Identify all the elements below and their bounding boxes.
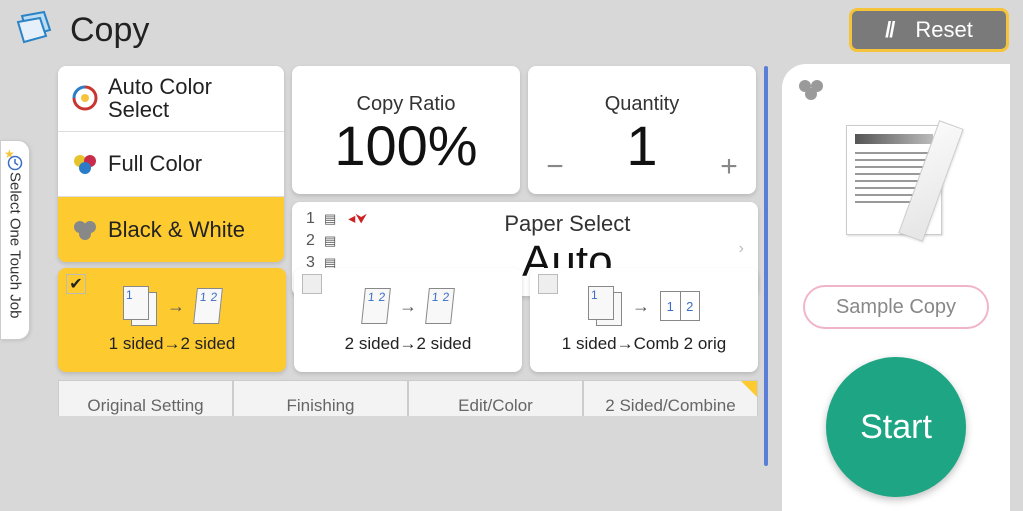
row1-top: Copy Ratio 100% Quantity 1 − + [292, 66, 758, 194]
sided-illustration: 12 → 12 [363, 282, 453, 330]
copy-icon [14, 10, 56, 51]
right-panel: Sample Copy Start [782, 64, 1010, 511]
tab-label: Edit/Color [458, 396, 533, 416]
quantity-card[interactable]: Quantity 1 − + [528, 66, 756, 194]
sided-label-2to2: 2 sided→2 sided [345, 334, 472, 354]
sample-copy-label: Sample Copy [836, 296, 956, 319]
reset-icon: // [885, 17, 893, 43]
checkbox-icon [302, 274, 322, 294]
reset-button[interactable]: // Reset [849, 8, 1009, 52]
sample-copy-button[interactable]: Sample Copy [803, 285, 989, 329]
tab-label: 2 Sided/Combine [605, 396, 735, 416]
arrow-icon: → [167, 296, 185, 317]
tab-edit-color[interactable]: Edit/Color [408, 380, 583, 416]
bottom-tabs: Original Setting Finishing Edit/Color 2 … [58, 380, 758, 416]
tray-2-num: 2 [306, 230, 316, 252]
sided-illustration: 21 → 12 [123, 282, 221, 330]
bypass-icon: ◂⮟ [348, 209, 367, 229]
main-panel: Auto Color Select Full Color Black & Whi… [58, 66, 758, 511]
side-tab-one-touch[interactable]: ★ Select One Touch Job [0, 140, 30, 340]
bw-mode-icon [796, 78, 996, 107]
sided-row: ✔ 21 → 12 1 sided→2 sided 12 → 12 2 side… [58, 268, 758, 372]
tray-icon: ▤ [324, 232, 336, 250]
tab-finishing[interactable]: Finishing [233, 380, 408, 416]
side-tab-label: Select One Touch Job [7, 172, 24, 318]
sided-option-2to2[interactable]: 12 → 12 2 sided→2 sided [294, 268, 522, 372]
arrow-icon: → [632, 296, 650, 317]
start-label: Start [860, 408, 932, 447]
page-title: Copy [70, 11, 149, 50]
copy-ratio-card[interactable]: Copy Ratio 100% [292, 66, 520, 194]
quantity-minus-button[interactable]: − [538, 150, 572, 184]
color-option-full[interactable]: Full Color [58, 132, 284, 198]
tab-label: Original Setting [87, 396, 203, 416]
sided-illustration: 21 → 12 [588, 282, 700, 330]
tray-1-num: 1 [306, 208, 316, 230]
checkbox-icon: ✔ [66, 274, 86, 294]
tab-2sided-combine[interactable]: 2 Sided/Combine [583, 380, 758, 416]
checkbox-icon [538, 274, 558, 294]
full-color-icon [68, 153, 102, 175]
preview-image [826, 115, 966, 245]
reset-label: Reset [915, 17, 972, 43]
sided-option-comb2[interactable]: 21 → 12 1 sided→Comb 2 orig [530, 268, 758, 372]
row-top: Auto Color Select Full Color Black & Whi… [58, 66, 758, 262]
tab-label: Finishing [286, 396, 354, 416]
quantity-value: 1 [626, 118, 657, 174]
sided-option-1to2[interactable]: ✔ 21 → 12 1 sided→2 sided [58, 268, 286, 372]
color-option-auto-label: Auto Color Select [108, 75, 212, 121]
clock-icon [7, 155, 23, 175]
bw-icon [68, 219, 102, 241]
header: Copy // Reset [0, 0, 1023, 60]
sided-label-1to2: 1 sided→2 sided [109, 334, 236, 354]
scrollbar[interactable] [764, 66, 768, 466]
paper-select-label: Paper Select [396, 211, 739, 237]
auto-color-icon [68, 84, 102, 112]
quantity-label: Quantity [605, 93, 679, 116]
color-option-bw[interactable]: Black & White [58, 197, 284, 262]
color-mode-list: Auto Color Select Full Color Black & Whi… [58, 66, 284, 262]
color-option-full-label: Full Color [108, 152, 202, 175]
color-option-auto[interactable]: Auto Color Select [58, 66, 284, 132]
color-option-bw-label: Black & White [108, 218, 245, 241]
tab-original-setting[interactable]: Original Setting [58, 380, 233, 416]
copy-ratio-label: Copy Ratio [357, 93, 456, 116]
start-button[interactable]: Start [826, 357, 966, 497]
quantity-plus-button[interactable]: + [712, 150, 746, 184]
copy-screen: Copy // Reset ★ Select One Touch Job Aut… [0, 0, 1023, 511]
chevron-right-icon: › [739, 240, 744, 258]
copy-ratio-value: 100% [334, 118, 477, 174]
row1-right: Copy Ratio 100% Quantity 1 − + 1▤◂⮟ 2▤ 3… [292, 66, 758, 262]
arrow-icon: → [399, 296, 417, 317]
sided-label-comb2: 1 sided→Comb 2 orig [562, 334, 726, 354]
tray-icon: ▤ [324, 210, 336, 228]
